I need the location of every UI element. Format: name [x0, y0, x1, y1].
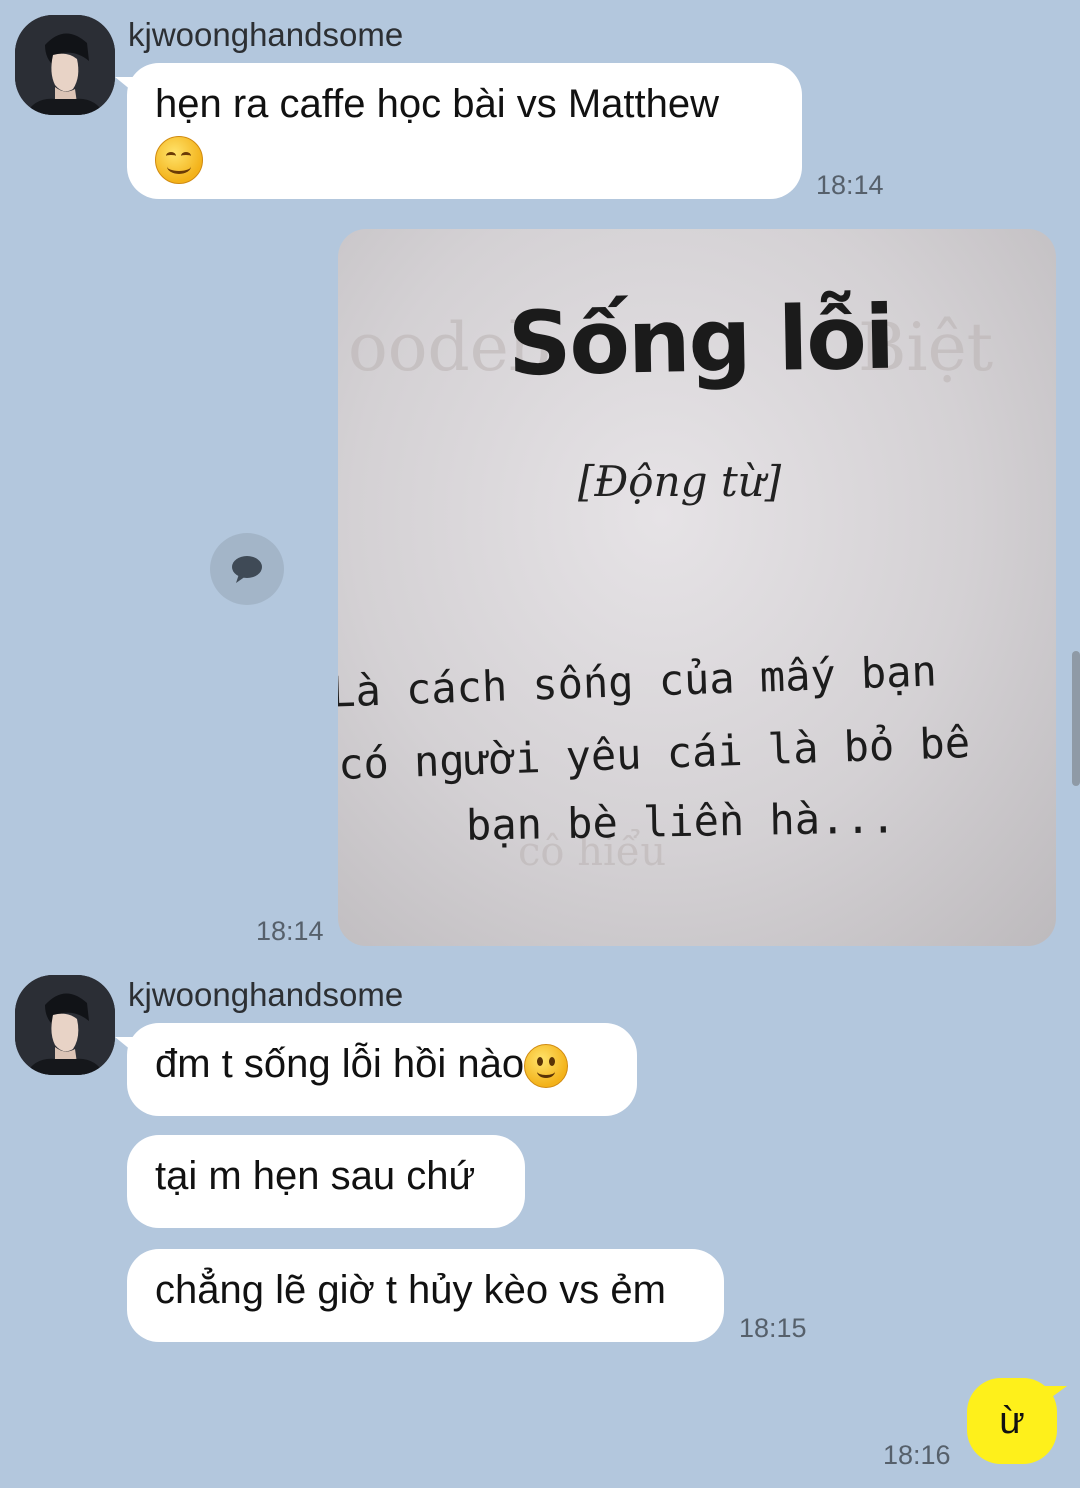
comment-button[interactable]	[210, 533, 284, 605]
sender-avatar[interactable]	[15, 15, 115, 115]
slightly-smiling-face-icon	[524, 1044, 569, 1089]
photo-text-line: Là cách sống của mấy bạn	[338, 646, 938, 717]
message-bubble[interactable]: hẹn ra caffe học bài vs Matthew	[115, 63, 802, 199]
message-time: 18:16	[883, 1440, 951, 1470]
sender-avatar[interactable]	[15, 975, 115, 1075]
photo-title: Sống lỗi	[507, 285, 894, 396]
smiling-face-icon	[155, 136, 203, 185]
avatar-image	[15, 15, 115, 115]
speech-bubble-icon	[232, 556, 262, 583]
sender-name: kjwoonghandsome	[128, 16, 404, 53]
message-time: 18:15	[739, 1313, 807, 1343]
avatar-image	[15, 975, 115, 1075]
message-time: 18:14	[816, 170, 884, 200]
sender-name: kjwoonghandsome	[128, 976, 404, 1013]
my-message-bubble[interactable]: ừ	[967, 1378, 1067, 1464]
photo-text-line: có người yêu cái là bỏ bê	[338, 717, 971, 790]
message-bubble[interactable]: đm t sống lỗi hồi nào	[115, 1023, 637, 1116]
message-text: ừ	[999, 1400, 1025, 1442]
message-text: chẳng lẽ giờ t hủy kèo vs ẻm	[155, 1268, 666, 1312]
photo-message[interactable]: oodeb Biệt cô hiểu Sống lỗi [Động từ] Là…	[338, 229, 1056, 946]
photo-word-type: [Động từ]	[578, 457, 782, 506]
message-bubble[interactable]: chẳng lẽ giờ t hủy kèo vs ẻm	[127, 1249, 724, 1342]
photo-text-line: bạn bè liền hà...	[465, 793, 897, 850]
message-bubble[interactable]: tại m hẹn sau chứ	[127, 1135, 525, 1228]
message-text: hẹn ra caffe học bài vs Matthew	[155, 82, 720, 126]
message-time: 18:14	[256, 916, 324, 946]
message-text: đm t sống lỗi hồi nào	[155, 1042, 525, 1086]
message-text: tại m hẹn sau chứ	[155, 1154, 476, 1198]
scrollbar[interactable]	[1072, 651, 1080, 786]
